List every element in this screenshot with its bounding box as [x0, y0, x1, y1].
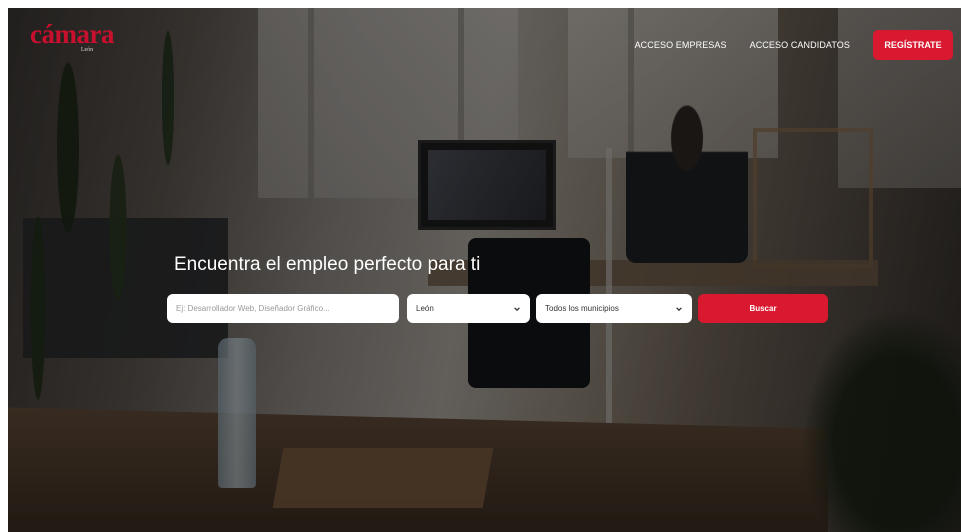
province-select[interactable]: León: [407, 294, 530, 323]
nav-acceso-empresas[interactable]: ACCESO EMPRESAS: [635, 40, 727, 50]
municipality-select[interactable]: Todos los municipios: [536, 294, 692, 323]
chevron-down-icon: [676, 306, 682, 311]
hero-headline: Encuentra el empleo perfecto para ti: [174, 254, 481, 275]
main-nav: ACCESO EMPRESAS ACCESO CANDIDATOS REGÍST…: [635, 30, 953, 60]
logo-wordmark: cámara: [30, 19, 114, 49]
keyword-input[interactable]: [176, 304, 390, 313]
hero-section: cámara León ACCESO EMPRESAS ACCESO CANDI…: [8, 8, 961, 532]
logo[interactable]: cámara León: [30, 20, 114, 53]
search-button[interactable]: Buscar: [698, 294, 828, 323]
municipality-value: Todos los municipios: [545, 304, 619, 313]
chevron-down-icon: [514, 306, 520, 311]
province-value: León: [416, 304, 434, 313]
keyword-field[interactable]: [167, 294, 399, 323]
nav-acceso-candidatos[interactable]: ACCESO CANDIDATOS: [750, 40, 850, 50]
logo-subtitle: León: [80, 47, 94, 53]
dark-overlay: [8, 8, 961, 532]
register-button[interactable]: REGÍSTRATE: [873, 30, 953, 60]
